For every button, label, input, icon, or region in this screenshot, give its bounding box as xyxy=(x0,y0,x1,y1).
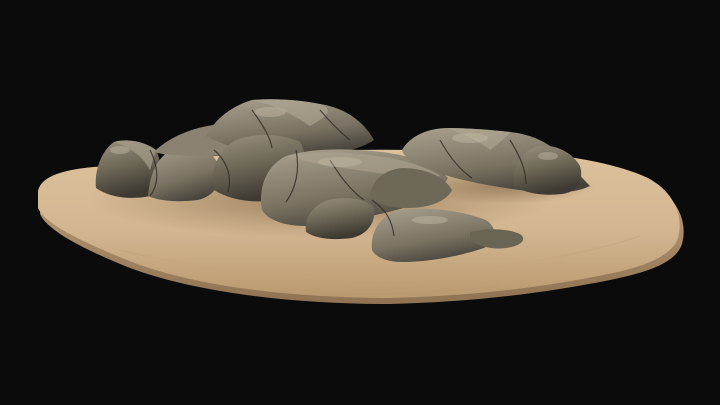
highlight xyxy=(412,216,448,224)
highlight xyxy=(254,107,286,117)
viewport xyxy=(0,0,720,405)
highlight xyxy=(538,152,558,160)
scan-model-render xyxy=(38,99,684,304)
highlight xyxy=(110,146,130,154)
highlight xyxy=(452,133,488,143)
highlight xyxy=(318,157,362,167)
